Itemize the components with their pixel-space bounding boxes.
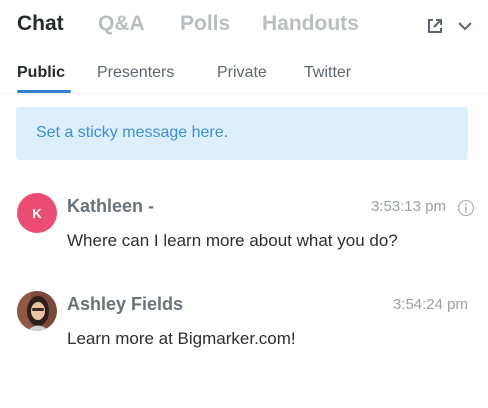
tab-public[interactable]: Public [17, 64, 65, 82]
chat-panel: Chat Q&A Polls Handouts Public Presenter… [0, 0, 488, 408]
tab-handouts[interactable]: Handouts [262, 12, 359, 36]
message-sender: Ashley Fields [67, 294, 184, 314]
sticky-message-box[interactable]: Set a sticky message here. [16, 107, 468, 160]
tab-chat[interactable]: Chat [17, 12, 64, 36]
popout-icon[interactable] [426, 17, 444, 35]
avatar: K [17, 193, 57, 233]
message-text: Learn more at Bigmarker.com! [67, 329, 296, 348]
tab-twitter[interactable]: Twitter [304, 64, 351, 82]
chevron-down-icon[interactable] [456, 18, 474, 34]
avatar [17, 291, 57, 331]
message-text: Where can I learn more about what you do… [67, 231, 398, 250]
info-icon[interactable] [457, 199, 475, 217]
message-sender: Kathleen - [67, 196, 155, 216]
chat-message: Ashley Fields 3:54:24 pm Learn more at B… [0, 288, 488, 368]
message-timestamp: 3:53:13 pm [370, 198, 446, 215]
tab-qa[interactable]: Q&A [98, 12, 145, 36]
active-tab-underline [17, 90, 71, 93]
chat-message: K Kathleen - 3:53:13 pm Where can I lear… [0, 190, 488, 270]
tab-private[interactable]: Private [217, 64, 267, 82]
avatar-initial: K [32, 205, 42, 221]
sub-tab-bar: Public Presenters Private Twitter [0, 58, 488, 94]
top-tab-bar: Chat Q&A Polls Handouts [0, 0, 488, 50]
tab-polls[interactable]: Polls [180, 12, 230, 36]
message-timestamp: 3:54:24 pm [392, 296, 468, 313]
tab-presenters[interactable]: Presenters [97, 64, 174, 82]
sticky-message-placeholder: Set a sticky message here. [36, 124, 229, 141]
